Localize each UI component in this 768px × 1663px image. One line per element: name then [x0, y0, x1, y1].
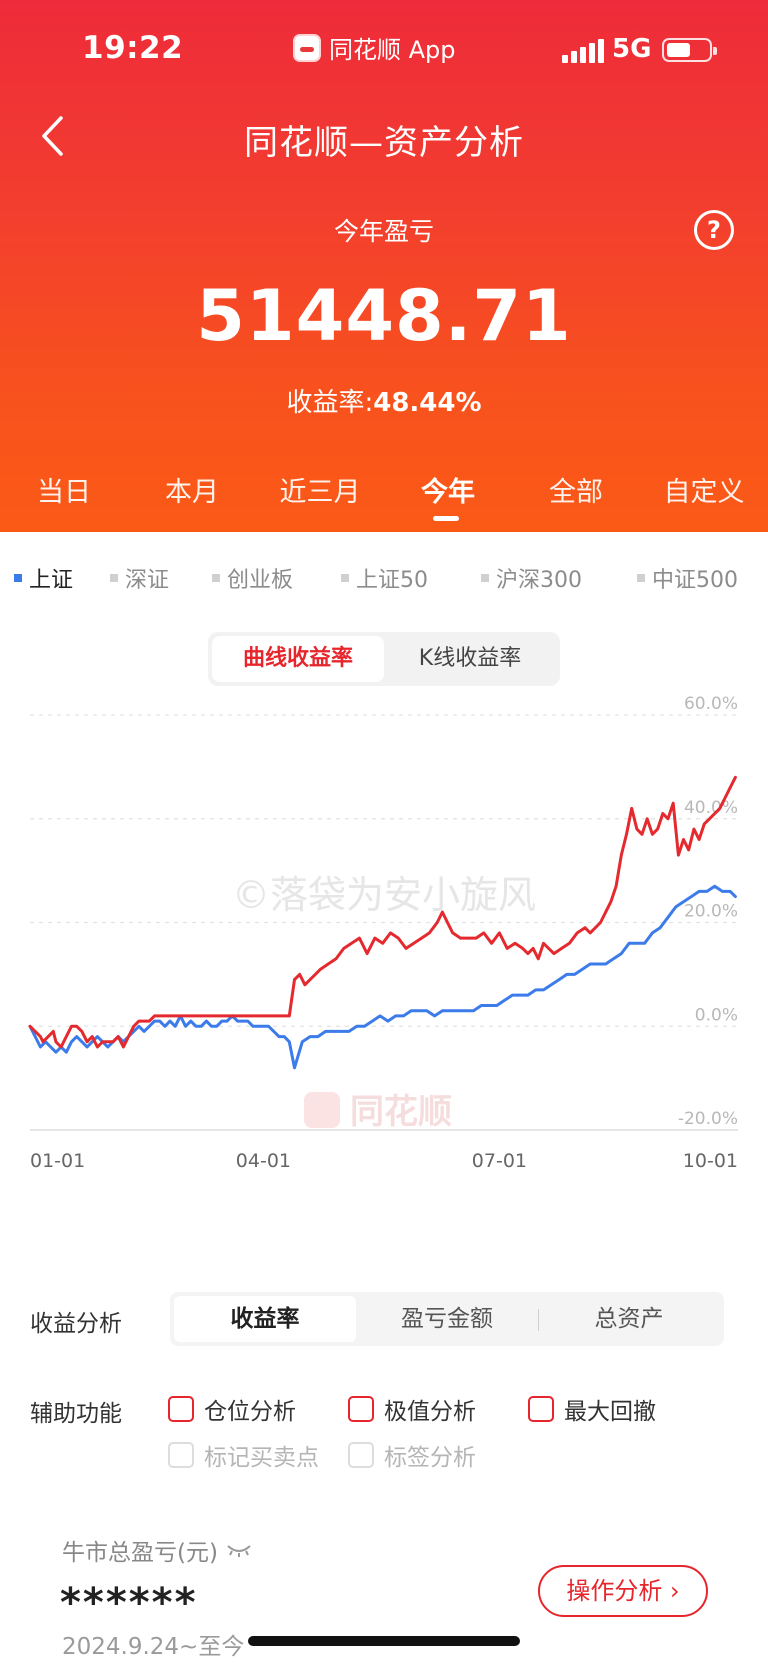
return-chart[interactable]: 60.0% 40.0% 20.0% 0.0% -20.0% 01-01 04-01 07-01…: [0, 680, 768, 1240]
help-icon[interactable]: ?: [694, 210, 734, 250]
x-tick-label: 01-01: [30, 1150, 85, 1172]
kline-return-button[interactable]: K线收益率: [384, 636, 556, 682]
checkbox-label: 最大回撤: [564, 1399, 656, 1425]
tab-all[interactable]: 全部: [512, 470, 640, 509]
index-tab-sse50[interactable]: 上证50: [341, 562, 428, 594]
bull-market-value: ******: [60, 1580, 198, 1626]
battery-icon: [662, 38, 717, 62]
checkbox-icon: [168, 1442, 194, 1468]
index-tab-csi500[interactable]: 中证500: [637, 562, 738, 594]
analysis-label: 收益分析: [30, 1311, 122, 1337]
checkbox-label: 极值分析: [384, 1399, 476, 1425]
return-rate: 收益率:48.44%: [0, 382, 768, 419]
checkbox-icon: [348, 1442, 374, 1468]
tab-today[interactable]: 当日: [0, 470, 128, 509]
app-name-label: 同花顺 App: [329, 36, 456, 64]
bull-market-date: 2024.9.24~至今: [62, 1634, 245, 1660]
period-tabs: 当日 本月 近三月 今年 全部 自定义: [0, 470, 768, 520]
y-tick-label: 0.0%: [695, 1005, 738, 1025]
header: 19:22 同花顺 App 5G 同花顺—资产分析 今年盈亏 ? 51448.7…: [0, 0, 768, 532]
x-tick-label: 04-01: [236, 1150, 291, 1172]
extreme-analysis-checkbox[interactable]: 极值分析: [348, 1392, 476, 1426]
checkbox-icon: [528, 1396, 554, 1422]
chart-mode-toggle: 曲线收益率 K线收益率: [208, 632, 560, 686]
active-tab-indicator: [433, 516, 459, 521]
analysis-option-rate[interactable]: 收益率: [174, 1296, 356, 1342]
index-marker-icon: [14, 574, 22, 582]
y-tick-label: 20.0%: [684, 902, 738, 922]
checkbox-icon: [168, 1396, 194, 1422]
analysis-toggle: 收益率 盈亏金额 总资产: [170, 1292, 724, 1346]
y-tick-label: 40.0%: [684, 798, 738, 818]
y-tick-label: 60.0%: [684, 694, 738, 714]
checkbox-label: 标记买卖点: [204, 1445, 319, 1471]
max-drawdown-checkbox[interactable]: 最大回撤: [528, 1392, 656, 1426]
index-tab-label: 上证50: [356, 568, 428, 593]
index-marker-icon: [637, 574, 645, 582]
index-marker-icon: [481, 574, 489, 582]
index-tab-shenzhen[interactable]: 深证: [110, 562, 169, 594]
position-analysis-checkbox[interactable]: 仓位分析: [168, 1392, 296, 1426]
return-rate-value: 48.44%: [373, 388, 482, 418]
pl-value: 51448.71: [196, 275, 572, 357]
index-marker-icon: [341, 574, 349, 582]
index-tabs: 上证 深证 创业板 上证50 沪深300 中证500: [0, 562, 768, 594]
aux-label: 辅助功能: [30, 1401, 122, 1427]
analysis-row: 收益分析 收益率 盈亏金额 总资产: [30, 1292, 740, 1350]
index-tab-csi300[interactable]: 沪深300: [481, 562, 582, 594]
operation-analysis-label: 操作分析: [566, 1577, 663, 1605]
tab-three-months[interactable]: 近三月: [256, 470, 384, 509]
app-indicator[interactable]: 同花顺 App: [293, 30, 456, 65]
return-rate-label: 收益率:: [286, 388, 374, 418]
signal-icon: [562, 37, 604, 63]
x-tick-label: 10-01: [683, 1150, 738, 1172]
analysis-option-pl[interactable]: 盈亏金额: [356, 1296, 538, 1342]
trade-marks-checkbox: 标记买卖点: [168, 1438, 319, 1472]
y-tick-label: -20.0%: [678, 1109, 738, 1129]
operation-analysis-button[interactable]: 操作分析 ›: [538, 1565, 708, 1617]
tag-analysis-checkbox: 标签分析: [348, 1438, 476, 1472]
index-marker-icon: [110, 574, 118, 582]
index-tab-label: 上证: [29, 568, 74, 593]
index-tab-label: 中证500: [652, 568, 738, 593]
checkbox-icon: [348, 1396, 374, 1422]
index-marker-icon: [212, 574, 220, 582]
index-tab-label: 沪深300: [496, 568, 582, 593]
page-title: 同花顺—资产分析: [244, 123, 524, 163]
tab-custom[interactable]: 自定义: [640, 470, 768, 509]
network-type: 5G: [612, 34, 652, 64]
checkbox-label: 仓位分析: [204, 1399, 296, 1425]
checkbox-label: 标签分析: [384, 1445, 476, 1471]
pl-label: 今年盈亏: [333, 217, 434, 246]
tab-this-year[interactable]: 今年: [384, 470, 512, 509]
x-tick-label: 07-01: [472, 1150, 527, 1172]
app-logo-icon: [293, 33, 321, 62]
status-bar: 19:22 同花顺 App 5G: [0, 0, 768, 100]
hide-eye-icon[interactable]: [226, 1537, 252, 1563]
tab-this-month[interactable]: 本月: [128, 470, 256, 509]
chevron-right-icon: ›: [670, 1577, 680, 1605]
bull-market-label-text: 牛市总盈亏(元): [62, 1540, 218, 1566]
index-tab-shanghai[interactable]: 上证: [14, 562, 73, 594]
curve-return-button[interactable]: 曲线收益率: [212, 636, 384, 682]
status-time: 19:22: [82, 30, 184, 66]
watermark-text: ©落袋为安小旋风: [232, 873, 536, 917]
home-indicator: [248, 1636, 520, 1646]
index-tab-label: 创业板: [227, 568, 294, 593]
bull-market-label: 牛市总盈亏(元): [62, 1533, 252, 1567]
brand-watermark-text: 同花顺: [350, 1092, 452, 1132]
brand-watermark-icon: [304, 1092, 340, 1128]
analysis-option-assets[interactable]: 总资产: [538, 1296, 720, 1342]
index-tab-label: 深证: [125, 568, 170, 593]
index-tab-chinext[interactable]: 创业板: [212, 562, 293, 594]
